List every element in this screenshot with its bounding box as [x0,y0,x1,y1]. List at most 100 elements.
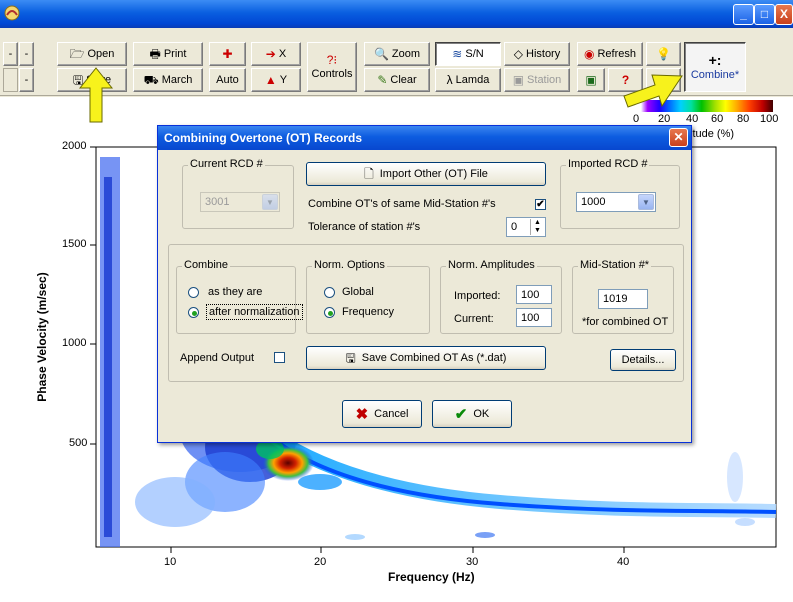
y-axis-button[interactable]: ▲ Y [251,68,301,92]
history-button[interactable]: ◇ History [504,42,570,66]
march-icon: ⛟ [143,73,159,87]
right-arrow-icon: ➔ [265,47,276,61]
clear-icon: ✎ [377,73,388,87]
x-tick-20: 20 [314,556,327,568]
lightbulb-icon: 💡 [656,47,671,61]
imported-amp-input[interactable]: 100 [516,285,552,304]
dialog-title-bar: Combining Overtone (OT) Records [158,126,691,150]
open-icon: 🗁 [69,47,85,61]
combine-same-label: Combine OT's of same Mid-Station #'s [308,198,496,210]
close-button[interactable]: X [775,4,793,25]
imported-rcd-select[interactable]: 1000 ▼ [576,192,656,212]
import-ot-file-button[interactable]: 🗋 Import Other (OT) File [306,162,546,186]
combine-button[interactable]: +: Combine* [684,42,746,92]
minus-button-3[interactable]: - [19,68,34,92]
as-they-are-label: as they are [208,286,263,298]
yellow-arrow-diagonal-icon [623,74,683,108]
lamda-icon: λ [446,73,453,87]
combine-group [176,266,296,334]
auto-arrow-button[interactable]: ✚ [209,42,246,66]
y-tick-1500: 1500 [62,238,87,250]
x-tick-30: 30 [466,556,479,568]
print-icon: 🖶 [149,47,161,61]
history-icon: ◇ [513,47,523,61]
x-tick-10: 10 [164,556,177,568]
cancel-x-icon: ✖ [355,406,369,423]
station-button[interactable]: ▣ Station [504,68,570,92]
x-axis-button[interactable]: ➔ X [251,42,301,66]
tolerance-spinner[interactable]: 0 ▲ ▼ [506,217,546,237]
window-title-bar: _ □ X [0,0,793,28]
refresh-icon: ◉ [583,47,595,61]
x-axis-label: Frequency (Hz) [388,570,475,584]
append-output-label: Append Output [180,352,255,364]
tolerance-label: Tolerance of station #'s [308,221,421,233]
imported-amp-label: Imported: [454,290,501,302]
controls-button[interactable]: ?⁝ Controls [307,42,357,92]
file-icon: 🗋 [364,167,374,181]
zoom-icon: 🔍 [373,47,389,61]
ok-button[interactable]: ✔ OK [432,400,512,428]
dialog-title: Combining Overtone (OT) Records [164,131,363,145]
march-button[interactable]: ⛟ March [133,68,203,92]
after-normalization-radio[interactable] [188,307,199,318]
hint-button[interactable]: 💡 [646,42,681,66]
monitor-button[interactable]: ▣ [577,68,605,92]
mid-station-label: Mid-Station #* [578,259,652,271]
dialog-close-button[interactable]: ✕ [669,128,688,147]
minus-button-2[interactable]: - [19,42,34,66]
refresh-button[interactable]: ◉ Refresh [577,42,643,66]
norm-options-group [306,266,430,334]
minimize-button[interactable]: _ [733,4,754,25]
updown-arrow-icon: ✚ [222,47,233,61]
y-tick-2000: 2000 [62,140,87,152]
sn-icon: ≋ [452,47,463,61]
global-label: Global [342,286,374,298]
norm-options-label: Norm. Options [312,259,387,271]
auto-button[interactable]: Auto [209,68,246,92]
zoom-button[interactable]: 🔍 Zoom [364,42,430,66]
station-icon: ▣ [512,73,525,87]
as-they-are-radio[interactable] [188,287,199,298]
current-rcd-select[interactable]: 3001 ▼ [200,192,280,212]
maximize-button[interactable]: □ [754,4,775,25]
frequency-radio[interactable] [324,307,335,318]
controls-icon: ?⁝ [326,53,338,67]
clear-button[interactable]: ✎ Clear [364,68,430,92]
save-disk-icon: 🖫 [345,351,356,365]
details-button[interactable]: Details... [610,349,676,371]
monitor-icon: ▣ [585,73,597,87]
save-combined-button[interactable]: 🖫 Save Combined OT As (*.dat) [306,346,546,370]
toolbar-slot [3,68,18,92]
app-icon[interactable] [4,5,20,21]
cancel-button[interactable]: ✖ Cancel [342,400,422,428]
chevron-down-icon[interactable]: ▼ [638,194,654,210]
yellow-arrow-up-icon [78,67,114,123]
mid-station-note: *for combined OT [582,316,669,328]
print-button[interactable]: 🖶 Print [133,42,203,66]
chevron-down-icon: ▼ [262,194,278,210]
imported-rcd-label: Imported RCD # [566,158,650,170]
sn-button[interactable]: ≋ S/N [435,42,501,66]
minus-button-1[interactable]: - [3,42,18,66]
mid-station-input[interactable]: 1019 [598,289,648,309]
ok-check-icon: ✔ [454,406,468,423]
current-amp-input[interactable]: 100 [516,308,552,327]
open-button[interactable]: 🗁 Open [57,42,127,66]
x-tick-40: 40 [617,556,630,568]
y-tick-500: 500 [69,437,88,449]
current-rcd-label: Current RCD # [188,158,265,170]
after-normalization-label: after normalization [206,304,303,320]
spinner-arrows-icon[interactable]: ▲ ▼ [530,219,544,235]
current-amp-label: Current: [454,313,494,325]
lamda-button[interactable]: λ Lamda [435,68,501,92]
combine-group-label: Combine [182,259,231,271]
combine-icon: +: [708,52,722,68]
y-axis-label: Phase Velocity (m/sec) [35,272,49,402]
combine-same-checkbox[interactable]: ✔ [535,199,546,210]
up-arrow-icon: ▲ [264,73,277,87]
global-radio[interactable] [324,287,335,298]
append-output-checkbox[interactable] [274,352,285,363]
combine-ot-dialog: Combining Overtone (OT) Records ✕ Curren… [157,125,692,443]
norm-amplitudes-label: Norm. Amplitudes [446,259,537,271]
